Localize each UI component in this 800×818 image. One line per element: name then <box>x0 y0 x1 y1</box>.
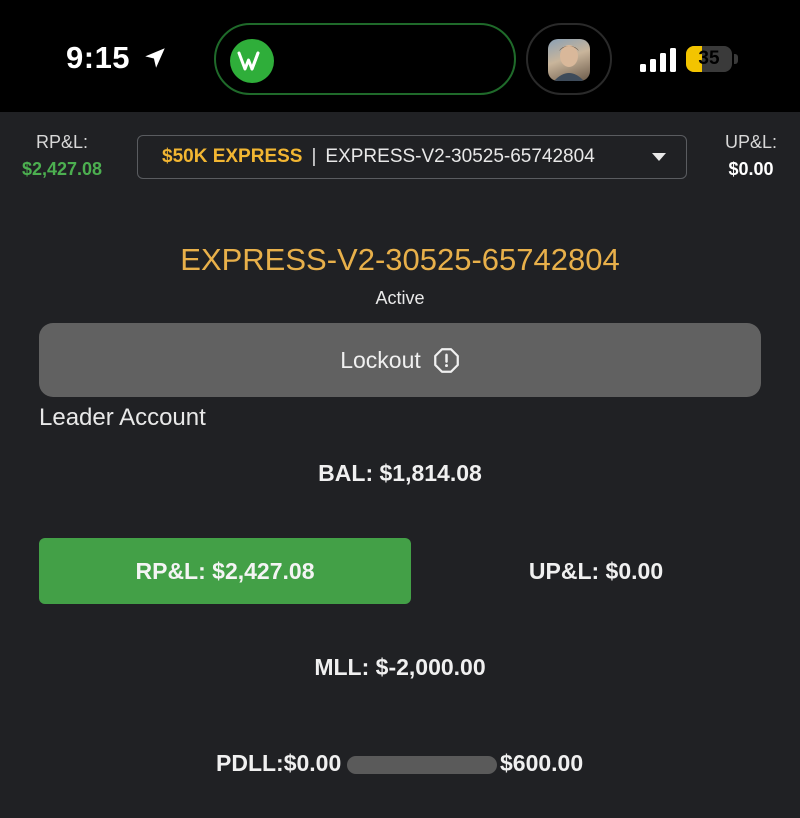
header-upl: UP&L: $0.00 <box>712 132 790 180</box>
dynamic-island[interactable] <box>214 23 516 95</box>
header-rpl-label: RP&L: <box>35 132 89 152</box>
pdll-row: PDLL:$0.00 $600.00 <box>0 750 800 780</box>
header-upl-label: UP&L: <box>724 132 778 152</box>
account-title: EXPRESS-V2-30525-65742804 <box>180 242 620 277</box>
account-id-label: EXPRESS-V2-30525-65742804 <box>325 146 595 167</box>
account-selector[interactable]: $50K EXPRESS | EXPRESS-V2-30525-65742804 <box>137 135 687 179</box>
mll-value: MLL: $-2,000.00 <box>314 654 486 680</box>
app-logo-icon <box>230 39 274 83</box>
header-upl-value: $0.00 <box>728 159 774 179</box>
account-status: Active <box>375 288 425 308</box>
live-activity-pill[interactable] <box>526 23 612 95</box>
avatar <box>548 39 590 81</box>
upl-value: UP&L: $0.00 <box>528 558 664 584</box>
pdll-progress-bar <box>347 756 497 774</box>
header-rpl: RP&L: $2,427.08 <box>20 132 104 180</box>
clock-time: 9:15 <box>66 40 131 75</box>
selector-separator: | <box>311 146 317 167</box>
battery-icon: 35 <box>686 46 738 72</box>
location-arrow-icon <box>145 48 165 68</box>
alert-octagon-icon <box>433 347 459 373</box>
account-plan-label: $50K EXPRESS <box>162 146 303 167</box>
pdll-max-value: $600.00 <box>500 750 584 776</box>
lockout-button[interactable]: Lockout <box>39 323 761 397</box>
rpl-button[interactable]: RP&L: $2,427.08 <box>39 538 411 604</box>
status-bar: 9:15 35 <box>0 0 800 112</box>
pdll-label: PDLL:$0.00 <box>216 750 342 776</box>
header-rpl-value: $2,427.08 <box>21 159 103 179</box>
lockout-label: Lockout <box>340 346 421 373</box>
rpl-button-label: RP&L: $2,427.08 <box>135 557 315 584</box>
chevron-down-icon <box>652 153 666 161</box>
battery-percent: 35 <box>698 48 720 69</box>
cell-signal-icon <box>640 48 676 72</box>
balance-value: BAL: $1,814.08 <box>318 460 482 486</box>
leader-account-label: Leader Account <box>39 404 206 431</box>
